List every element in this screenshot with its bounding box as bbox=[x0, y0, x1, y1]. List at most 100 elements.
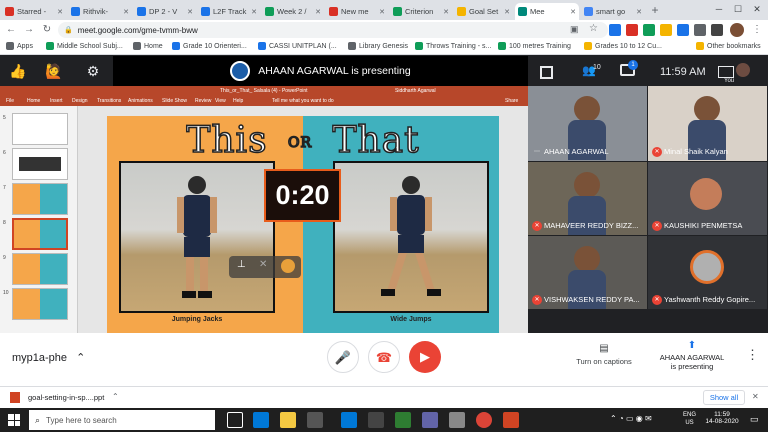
bookmark-item[interactable]: Apps bbox=[6, 42, 33, 50]
ribbon-tab[interactable]: Share bbox=[505, 98, 518, 104]
notification-icon[interactable]: ▭ bbox=[750, 414, 759, 425]
browser-tab[interactable]: DP 2 - V ✕ bbox=[134, 3, 196, 20]
taskbar-search-box[interactable]: ⌕ Type here to search bbox=[29, 410, 215, 430]
chrome-icon[interactable] bbox=[476, 412, 492, 428]
edge-icon[interactable] bbox=[253, 412, 269, 428]
address-bar[interactable]: 🔒 meet.google.com/gme-tvmm-bww bbox=[58, 22, 608, 38]
minimize-icon[interactable]: ─ bbox=[712, 2, 726, 16]
browser-tab[interactable]: Criterion ✕ bbox=[390, 3, 452, 20]
ribbon-tab[interactable]: Review bbox=[195, 98, 211, 104]
slide-thumbnail[interactable] bbox=[12, 148, 68, 180]
participant-tile[interactable]: ✕ MAHAVEER REDDY BIZZ... bbox=[528, 162, 647, 235]
extension-icon[interactable] bbox=[609, 24, 621, 36]
bookmark-item[interactable]: Throws Training - s... bbox=[415, 42, 491, 50]
browser-tab[interactable]: Goal Set ✕ bbox=[454, 3, 513, 20]
participant-tile[interactable]: ✕ Yashwanth Reddy Gopire... bbox=[648, 236, 767, 309]
close-download-icon[interactable]: ✕ bbox=[752, 392, 759, 401]
maximize-icon[interactable]: ☐ bbox=[731, 2, 745, 16]
ribbon-tab[interactable]: Help bbox=[233, 98, 243, 104]
chevron-up-icon[interactable]: ⌃ bbox=[112, 392, 119, 401]
browser-tab[interactable]: Starred - ✕ bbox=[2, 3, 66, 20]
participant-tile[interactable]: ✕ VISHWAKSEN REDDY PA... bbox=[528, 236, 647, 309]
more-options-icon[interactable]: ⋮ bbox=[746, 347, 759, 363]
ribbon-tab[interactable]: View bbox=[215, 98, 226, 104]
ribbon-tab[interactable]: Animations bbox=[128, 98, 153, 104]
close-window-icon[interactable]: ✕ bbox=[750, 2, 764, 16]
browser-tab[interactable]: New me ✕ bbox=[326, 3, 388, 20]
reload-icon[interactable]: ↻ bbox=[40, 23, 54, 37]
slide-thumbnail[interactable] bbox=[12, 218, 68, 250]
bookmark-item[interactable]: Other bookmarks bbox=[696, 42, 761, 50]
close-tab-icon[interactable]: ✕ bbox=[57, 8, 63, 16]
ribbon-tab[interactable]: Slide Show bbox=[162, 98, 187, 104]
slide-thumbnail[interactable] bbox=[12, 113, 68, 145]
slide-thumbnail[interactable] bbox=[12, 288, 68, 320]
browser-tab[interactable]: Mee ✕ bbox=[515, 3, 579, 20]
extension-icon[interactable] bbox=[643, 24, 655, 36]
ribbon-tab[interactable]: Transitions bbox=[97, 98, 121, 104]
participant-tile[interactable]: ⋯ AHAAN AGARWAL bbox=[528, 86, 647, 161]
bookmark-item[interactable]: Grade 10 Orienteri... bbox=[172, 42, 247, 50]
close-tab-icon[interactable]: ✕ bbox=[187, 8, 193, 16]
download-filename[interactable]: goal-setting-in-sp....ppt bbox=[28, 393, 104, 402]
participant-tile[interactable]: ✕ Minal Shaik Kalyan bbox=[648, 86, 767, 161]
slide-thumbnail[interactable] bbox=[12, 253, 68, 285]
app-icon[interactable] bbox=[449, 412, 465, 428]
back-icon[interactable]: ← bbox=[4, 23, 18, 37]
system-tray-icons[interactable]: ⌃ ◔ ▭ ◉ ✉ bbox=[610, 414, 652, 423]
ribbon-tab[interactable]: Home bbox=[27, 98, 40, 104]
bookmark-item[interactable]: 100 metres Training bbox=[498, 42, 571, 50]
present-now-button[interactable]: ⬆ AHAAN AGARWAL is presenting bbox=[650, 340, 734, 371]
extension-icon[interactable] bbox=[711, 24, 723, 36]
extension-icon[interactable] bbox=[660, 24, 672, 36]
extension-icon[interactable] bbox=[626, 24, 638, 36]
browser-tab[interactable]: L2F Track ✕ bbox=[198, 3, 260, 20]
app-icon[interactable] bbox=[368, 412, 384, 428]
bookmark-item[interactable]: Grades 10 to 12 Cu... bbox=[584, 42, 662, 50]
more-menu-icon[interactable]: ⋮ bbox=[750, 23, 764, 37]
app-icon[interactable] bbox=[395, 412, 411, 428]
ribbon-tab[interactable]: Design bbox=[72, 98, 88, 104]
microphone-button[interactable]: 🎤 bbox=[327, 341, 359, 373]
browser-tab[interactable]: Rithvik- ✕ bbox=[68, 3, 132, 20]
leave-call-button[interactable]: ☎ bbox=[368, 341, 400, 373]
remove-icon[interactable] bbox=[281, 259, 295, 273]
browser-tab[interactable]: smart go ✕ bbox=[581, 3, 645, 20]
store-icon[interactable] bbox=[307, 412, 323, 428]
ribbon-tab[interactable]: File bbox=[6, 98, 14, 104]
close-tab-icon[interactable]: ✕ bbox=[570, 8, 576, 16]
participant-tile[interactable]: ✕ KAUSHIKI PENMETSA bbox=[648, 162, 767, 235]
settings-gear-icon[interactable]: ⚙ bbox=[84, 62, 102, 80]
close-tab-icon[interactable]: ✕ bbox=[443, 8, 449, 16]
close-tab-icon[interactable]: ✕ bbox=[636, 8, 642, 16]
extension-icon[interactable] bbox=[677, 24, 689, 36]
ribbon-tab[interactable]: Tell me what you want to do bbox=[272, 98, 334, 104]
camera-off-button[interactable]: ▶ bbox=[409, 341, 441, 373]
puzzle-icon[interactable] bbox=[694, 24, 706, 36]
bookmark-item[interactable]: CASSI UNITPLAN (... bbox=[258, 42, 337, 50]
pin-icon[interactable]: ⊥ bbox=[237, 259, 246, 270]
grid-layout-icon[interactable] bbox=[540, 66, 553, 79]
camera-icon[interactable]: ▣ bbox=[570, 24, 579, 35]
ribbon-tab[interactable]: Insert bbox=[50, 98, 63, 104]
slide-thumbnail[interactable] bbox=[12, 183, 68, 215]
star-icon[interactable]: ☆ bbox=[589, 23, 598, 34]
bookmark-item[interactable]: Middle School Subj... bbox=[46, 42, 123, 50]
teams-icon[interactable] bbox=[422, 412, 438, 428]
windows-start-icon[interactable] bbox=[8, 414, 20, 426]
bookmark-item[interactable]: Home bbox=[133, 42, 163, 50]
close-tab-icon[interactable]: ✕ bbox=[251, 8, 257, 16]
language-indicator[interactable]: ENG US bbox=[683, 411, 696, 427]
mail-icon[interactable] bbox=[341, 412, 357, 428]
mute-icon[interactable]: ✕ bbox=[259, 259, 267, 270]
close-tab-icon[interactable]: ✕ bbox=[504, 8, 510, 16]
taskbar-clock[interactable]: 11:59 14-08-2020 bbox=[702, 411, 742, 425]
close-tab-icon[interactable]: ✕ bbox=[315, 8, 321, 16]
new-tab-button[interactable]: + bbox=[648, 3, 662, 17]
browser-tab[interactable]: Week 2 / ✕ bbox=[262, 3, 324, 20]
forward-icon[interactable]: → bbox=[22, 23, 36, 37]
meeting-details-button[interactable]: myp1a-phe ⌃ bbox=[12, 351, 85, 364]
task-view-icon[interactable] bbox=[227, 412, 243, 428]
captions-button[interactable]: ▤ Turn on captions bbox=[574, 343, 634, 366]
close-tab-icon[interactable]: ✕ bbox=[379, 8, 385, 16]
